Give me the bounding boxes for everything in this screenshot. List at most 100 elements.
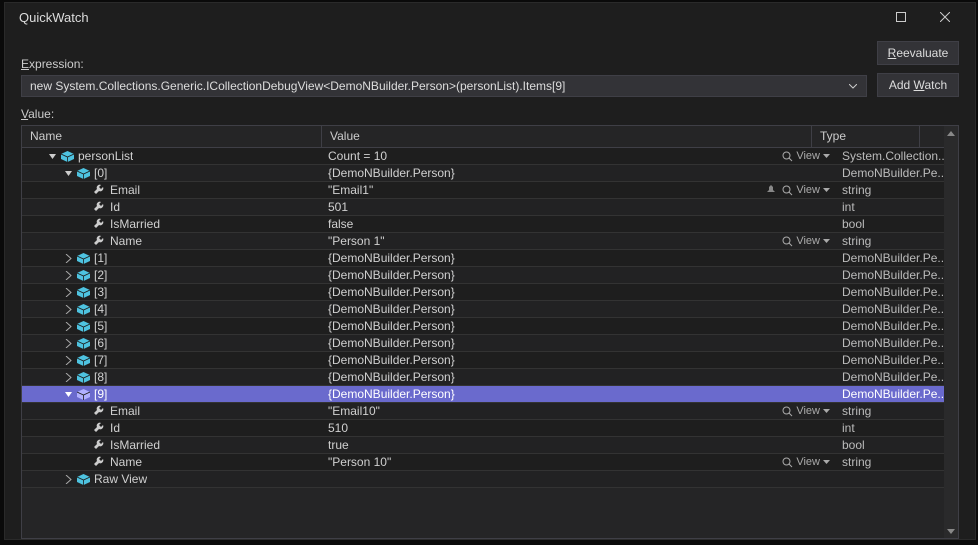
scroll-down-arrow[interactable]	[944, 524, 958, 538]
type-cell: DemoNBuilder.Pe...	[836, 285, 944, 299]
row-value: true	[328, 438, 830, 452]
expander-toggle[interactable]	[63, 253, 73, 263]
type-cell: DemoNBuilder.Pe...	[836, 370, 944, 384]
watch-row[interactable]: Email"Email1"Viewstring	[22, 182, 944, 199]
value-cell: 501	[322, 200, 836, 214]
titlebar[interactable]: QuickWatch	[5, 3, 975, 31]
watch-row[interactable]: [3]{DemoNBuilder.Person}DemoNBuilder.Pe.…	[22, 284, 944, 301]
type-cell: System.Collection...	[836, 149, 944, 163]
expander-toggle[interactable]	[63, 389, 73, 399]
object-icon	[76, 166, 90, 180]
wrench-icon	[92, 200, 106, 214]
expander-toggle[interactable]	[63, 270, 73, 280]
watch-row[interactable]: Raw View	[22, 471, 944, 488]
value-cell: {DemoNBuilder.Person}	[322, 336, 836, 350]
watch-row[interactable]: [5]{DemoNBuilder.Person}DemoNBuilder.Pe.…	[22, 318, 944, 335]
expander-toggle[interactable]	[63, 168, 73, 178]
column-header-value[interactable]: Value	[322, 126, 812, 147]
expander-placeholder	[79, 219, 89, 229]
name-cell: IsMarried	[22, 217, 322, 231]
triangle-down-icon	[947, 529, 955, 534]
value-cell: "Person 10"View	[322, 455, 836, 469]
row-name: [2]	[94, 268, 107, 282]
object-icon	[76, 319, 90, 333]
view-visualizer-button[interactable]: View	[782, 184, 830, 196]
maximize-button[interactable]	[879, 3, 923, 31]
name-cell: [2]	[22, 268, 322, 282]
row-value: {DemoNBuilder.Person}	[328, 319, 830, 333]
vertical-scrollbar[interactable]	[944, 126, 958, 538]
value-cell: {DemoNBuilder.Person}	[322, 370, 836, 384]
row-name: [9]	[94, 387, 107, 401]
watch-row[interactable]: Id501int	[22, 199, 944, 216]
row-name: IsMarried	[110, 438, 160, 452]
expression-combobox[interactable]: new System.Collections.Generic.ICollecti…	[21, 75, 867, 97]
object-icon	[76, 336, 90, 350]
view-visualizer-button[interactable]: View	[782, 150, 830, 162]
watch-row[interactable]: Id 510 int	[22, 420, 944, 437]
expander-toggle[interactable]	[63, 474, 73, 484]
name-cell: Id	[22, 200, 322, 214]
watch-row[interactable]: [0]{DemoNBuilder.Person}DemoNBuilder.Pe.…	[22, 165, 944, 182]
row-name: Id	[110, 200, 120, 214]
type-cell: DemoNBuilder.Pe...	[836, 166, 944, 180]
expander-toggle[interactable]	[63, 372, 73, 382]
value-cell: {DemoNBuilder.Person}	[322, 268, 836, 282]
value-cell: 510	[322, 421, 836, 435]
row-name: Raw View	[94, 472, 147, 486]
row-name: [0]	[94, 166, 107, 180]
watch-row[interactable]: [8]{DemoNBuilder.Person}DemoNBuilder.Pe.…	[22, 369, 944, 386]
view-visualizer-button[interactable]: View	[782, 456, 830, 468]
name-cell: [4]	[22, 302, 322, 316]
expander-toggle[interactable]	[63, 304, 73, 314]
type-cell: int	[836, 421, 944, 435]
watch-row[interactable]: IsMarriedtruebool	[22, 437, 944, 454]
watch-row[interactable]: [4]{DemoNBuilder.Person}DemoNBuilder.Pe.…	[22, 301, 944, 318]
name-cell: [7]	[22, 353, 322, 367]
name-cell: Id	[22, 421, 322, 435]
watch-grid: Name Value Type personList Count = 10View…	[21, 125, 959, 539]
expander-placeholder	[79, 423, 89, 433]
watch-row[interactable]: Name"Person 10"Viewstring	[22, 454, 944, 471]
close-button[interactable]	[923, 3, 967, 31]
add-watch-button[interactable]: Add Watch	[877, 73, 959, 97]
row-value: {DemoNBuilder.Person}	[328, 285, 830, 299]
row-value: false	[328, 217, 830, 231]
watch-row[interactable]: IsMarried false bool	[22, 216, 944, 233]
expander-toggle[interactable]	[47, 151, 57, 161]
watch-row[interactable]: [6]{DemoNBuilder.Person}DemoNBuilder.Pe.…	[22, 335, 944, 352]
watch-row[interactable]: [1]{DemoNBuilder.Person}DemoNBuilder.Pe.…	[22, 250, 944, 267]
column-header-type[interactable]: Type	[812, 126, 920, 147]
reevaluate-button[interactable]: Reevaluate	[877, 41, 959, 65]
row-value: 510	[328, 421, 830, 435]
watch-row[interactable]: personList Count = 10ViewSystem.Collectio…	[22, 148, 944, 165]
button-column: Reevaluate Add Watch	[877, 41, 959, 97]
expression-row: Expression: new System.Collections.Gener…	[21, 41, 959, 97]
grid-main: Name Value Type personList Count = 10View…	[22, 126, 944, 538]
watch-row[interactable]: [2]{DemoNBuilder.Person}DemoNBuilder.Pe.…	[22, 267, 944, 284]
scroll-up-arrow[interactable]	[944, 126, 958, 140]
expander-toggle[interactable]	[63, 321, 73, 331]
value-cell: {DemoNBuilder.Person}	[322, 353, 836, 367]
value-cell: {DemoNBuilder.Person}	[322, 251, 836, 265]
expander-toggle[interactable]	[63, 338, 73, 348]
expander-toggle[interactable]	[63, 287, 73, 297]
watch-row[interactable]: Email"Email10"Viewstring	[22, 403, 944, 420]
expander-toggle[interactable]	[63, 355, 73, 365]
watch-row[interactable]: Name"Person 1"Viewstring	[22, 233, 944, 250]
type-cell: DemoNBuilder.Pe...	[836, 387, 944, 401]
type-cell: bool	[836, 217, 944, 231]
watch-row[interactable]: [9]{DemoNBuilder.Person}DemoNBuilder.Pe.…	[22, 386, 944, 403]
expression-dropdown[interactable]	[844, 84, 862, 89]
row-name: Email	[110, 183, 140, 197]
view-visualizer-button[interactable]: View	[782, 405, 830, 417]
row-name: personList	[78, 149, 133, 163]
name-cell: Name	[22, 234, 322, 248]
value-cell: Count = 10View	[322, 149, 836, 163]
value-cell: {DemoNBuilder.Person}	[322, 302, 836, 316]
column-header-name[interactable]: Name	[22, 126, 322, 147]
view-visualizer-button[interactable]: View	[782, 235, 830, 247]
expression-label: Expression:	[21, 57, 867, 71]
pin-icon[interactable]	[764, 185, 778, 195]
watch-row[interactable]: [7]{DemoNBuilder.Person}DemoNBuilder.Pe.…	[22, 352, 944, 369]
